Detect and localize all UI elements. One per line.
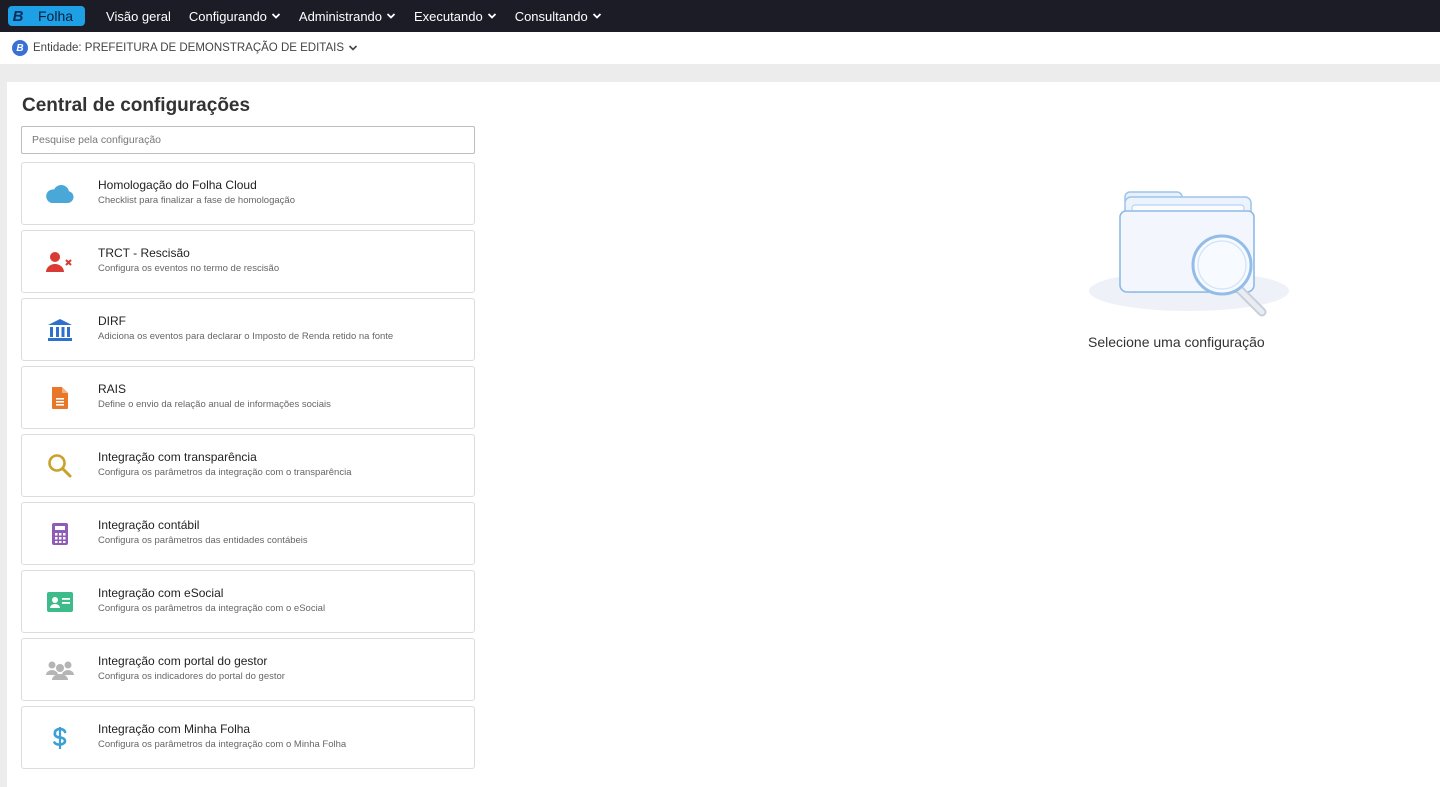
nav-item-label: Visão geral xyxy=(106,8,171,24)
page-title: Central de configurações xyxy=(22,95,251,116)
config-item-minha-folha[interactable]: Integração com Minha Folha Configura os … xyxy=(21,706,475,769)
nav-item-executando[interactable]: Executando xyxy=(405,9,506,24)
config-item-desc: Configura os parâmetros das entidades co… xyxy=(98,534,308,546)
config-item-desc: Configura os eventos no termo de rescisã… xyxy=(98,262,280,274)
id-card-icon xyxy=(22,570,98,633)
brand-name: Folha xyxy=(38,8,74,24)
nav-item-visao-geral[interactable]: Visão geral xyxy=(97,9,180,24)
nav-item-label: Administrando xyxy=(298,8,383,24)
empty-state-text: Selecione uma configuração xyxy=(1088,334,1265,350)
nav-item-administrando[interactable]: Administrando xyxy=(290,9,405,24)
brand-logo-icon: B xyxy=(12,7,24,25)
config-item-desc: Define o envio da relação anual de infor… xyxy=(98,398,331,410)
app-brand[interactable]: B Folha xyxy=(8,6,86,26)
entity-selector[interactable]: Entidade: PREFEITURA DE DEMONSTRAÇÃO DE … xyxy=(33,42,358,54)
user-remove-icon xyxy=(22,230,98,293)
entity-label: Entidade: PREFEITURA DE DEMONSTRAÇÃO DE … xyxy=(33,42,344,54)
chevron-down-icon xyxy=(386,11,396,21)
config-item-title: Integração com portal do gestor xyxy=(98,653,268,668)
nav-item-label: Consultando xyxy=(514,8,588,24)
entity-logo-icon: B xyxy=(12,40,28,56)
dollar-icon xyxy=(22,706,98,769)
users-icon xyxy=(22,638,98,701)
nav-item-consultando[interactable]: Consultando xyxy=(506,9,611,24)
config-item-desc: Configura os parâmetros da integração co… xyxy=(98,466,352,478)
config-item-desc: Configura os indicadores do portal do ge… xyxy=(98,670,285,682)
config-item-rais[interactable]: RAIS Define o envio da relação anual de … xyxy=(21,366,475,429)
config-item-title: TRCT - Rescisão xyxy=(98,245,190,260)
chevron-down-icon xyxy=(271,11,281,21)
config-item-desc: Configura os parâmetros da integração co… xyxy=(98,602,326,614)
search-icon xyxy=(22,434,98,497)
chevron-down-icon xyxy=(487,11,497,21)
document-icon xyxy=(22,366,98,429)
config-item-title: Integração com transparência xyxy=(98,449,257,464)
nav-item-configurando[interactable]: Configurando xyxy=(180,9,290,24)
chevron-down-icon xyxy=(348,43,358,53)
config-item-title: Integração contábil xyxy=(98,517,200,532)
chevron-down-icon xyxy=(592,11,602,21)
config-item-title: RAIS xyxy=(98,381,127,396)
config-item-title: Integração com eSocial xyxy=(98,585,224,600)
main-nav: Visão geral Configurando Administrando E… xyxy=(97,9,611,24)
config-list: Homologação do Folha Cloud Checklist par… xyxy=(21,162,475,774)
config-item-title: Integração com Minha Folha xyxy=(98,721,251,736)
config-item-transparencia[interactable]: Integração com transparência Configura o… xyxy=(21,434,475,497)
config-item-esocial[interactable]: Integração com eSocial Configura os parâ… xyxy=(21,570,475,633)
entity-bar: B Entidade: PREFEITURA DE DEMONSTRAÇÃO D… xyxy=(0,32,1440,64)
config-item-homologacao[interactable]: Homologação do Folha Cloud Checklist par… xyxy=(21,162,475,225)
search-input[interactable] xyxy=(21,126,475,154)
config-item-dirf[interactable]: DIRF Adiciona os eventos para declarar o… xyxy=(21,298,475,361)
config-item-desc: Checklist para finalizar a fase de homol… xyxy=(98,194,295,206)
cloud-icon xyxy=(22,162,98,225)
config-item-desc: Configura os parâmetros da integração co… xyxy=(98,738,347,750)
top-navbar: B Folha Visão geral Configurando Adminis… xyxy=(0,0,1440,32)
folder-search-icon xyxy=(1075,185,1305,385)
config-item-portal-gestor[interactable]: Integração com portal do gestor Configur… xyxy=(21,638,475,701)
config-item-desc: Adiciona os eventos para declarar o Impo… xyxy=(98,330,394,342)
calculator-icon xyxy=(22,502,98,565)
bank-icon xyxy=(22,298,98,361)
config-item-contabil[interactable]: Integração contábil Configura os parâmet… xyxy=(21,502,475,565)
nav-item-label: Executando xyxy=(414,8,483,24)
config-item-title: DIRF xyxy=(98,313,126,328)
nav-item-label: Configurando xyxy=(188,8,267,24)
config-item-title: Homologação do Folha Cloud xyxy=(98,177,257,192)
config-item-trct[interactable]: TRCT - Rescisão Configura os eventos no … xyxy=(21,230,475,293)
